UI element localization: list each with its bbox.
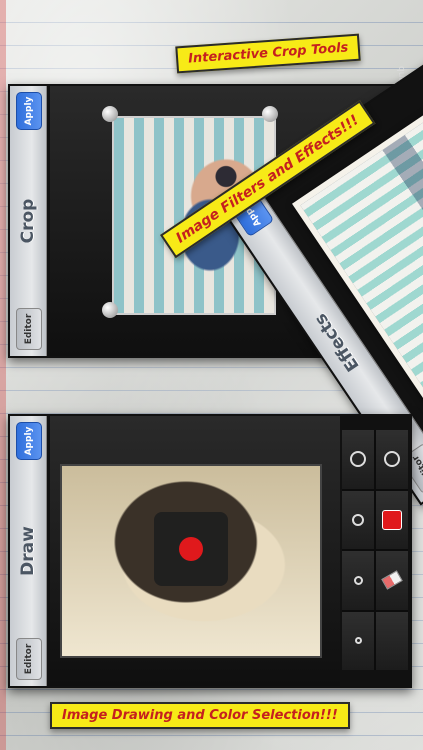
draw-canvas [50, 416, 340, 686]
brush-size-medium[interactable] [342, 490, 374, 549]
crop-handle-top-left[interactable] [102, 106, 118, 122]
crop-handle-bottom-left[interactable] [102, 302, 118, 318]
draw-title: Draw [18, 526, 38, 576]
crop-editor-label: Editor [24, 313, 34, 345]
crop-editor-button[interactable]: Editor [16, 308, 42, 350]
draw-editor-label: Editor [24, 643, 34, 675]
draw-apply-label: Apply [24, 426, 34, 456]
draw-editor-button[interactable]: Editor [16, 638, 42, 680]
brush-size-small[interactable] [342, 551, 374, 610]
draw-sidebar: Apply Draw Editor [10, 416, 47, 686]
eraser-icon[interactable] [376, 551, 408, 610]
brush-preview [154, 512, 228, 586]
brush-size-large-2[interactable] [376, 430, 408, 489]
crop-handle-top-right[interactable] [262, 106, 278, 122]
effects-editor-label: Editor [410, 453, 423, 484]
brush-color-dot [179, 537, 203, 561]
draw-screen: Apply Draw Editor [8, 414, 412, 688]
brush-size-tiny[interactable] [342, 611, 374, 670]
draw-apply-button[interactable]: Apply [16, 422, 42, 460]
tool-empty[interactable] [376, 611, 408, 670]
crop-apply-label: Apply [24, 96, 34, 126]
color-swatch-red[interactable] [376, 490, 408, 549]
brush-size-large[interactable] [342, 430, 374, 489]
caption-drawing-color: Image Drawing and Color Selection!!! [50, 702, 350, 729]
paper-margin-line [0, 0, 6, 750]
draw-tool-grid [342, 430, 408, 670]
crop-apply-button[interactable]: Apply [16, 92, 42, 130]
crop-title: Crop [18, 198, 38, 244]
crop-sidebar: Apply Crop Editor [10, 86, 47, 356]
